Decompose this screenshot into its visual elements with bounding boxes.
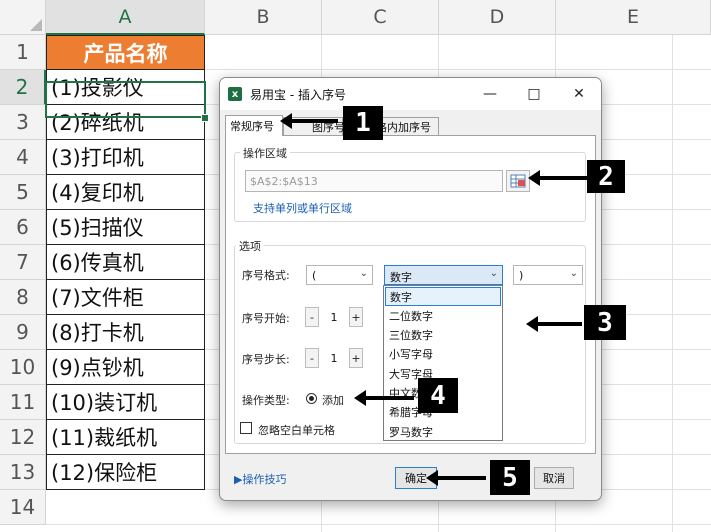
annotation-badge-1: 1 xyxy=(343,106,383,140)
suffix-value: ) xyxy=(519,269,524,282)
cell-a13[interactable]: (12)保险柜 xyxy=(46,455,205,490)
dialog-titlebar[interactable]: x 易用宝 - 插入序号 — □ ✕ xyxy=(220,78,601,110)
maximize-icon[interactable]: □ xyxy=(522,83,546,105)
column-header-c[interactable]: C xyxy=(322,0,439,35)
select-all-corner[interactable] xyxy=(0,0,46,35)
row-header-5[interactable]: 5 xyxy=(0,175,46,210)
cell-a12[interactable]: (11)裁纸机 xyxy=(46,420,205,455)
gridline xyxy=(672,35,673,532)
start-label: 序号开始: xyxy=(242,312,290,325)
row-header-1[interactable]: 1 xyxy=(0,35,46,70)
tab-regular-sequence[interactable]: 常规序号 xyxy=(225,115,283,136)
step-label: 序号步长: xyxy=(242,353,290,366)
dropdown-option[interactable]: 三位数字 xyxy=(385,326,501,345)
ignore-blank-checkbox[interactable] xyxy=(240,422,252,434)
range-input[interactable]: $A$2:$A$13 xyxy=(245,170,503,192)
start-increment-button[interactable]: + xyxy=(349,307,363,327)
column-header-d[interactable]: D xyxy=(439,0,556,35)
chevron-down-icon: ⌄ xyxy=(359,268,368,279)
start-stepper: - 1 + xyxy=(305,307,363,327)
active-cell-border xyxy=(45,81,206,118)
dropdown-option[interactable]: 小写字母 xyxy=(385,345,501,364)
annotation-arrow-3 xyxy=(526,316,582,332)
row-header-10[interactable]: 10 xyxy=(0,350,46,385)
add-radio[interactable] xyxy=(306,393,317,404)
tips-link[interactable]: ▶操作技巧 xyxy=(234,471,286,487)
annotation-arrow-2 xyxy=(528,170,590,186)
cell-a9[interactable]: (8)打卡机 xyxy=(46,315,205,350)
gridline xyxy=(46,524,711,525)
row-header-13[interactable]: 13 xyxy=(0,455,46,490)
row-header-6[interactable]: 6 xyxy=(0,210,46,245)
row-header-14[interactable]: 14 xyxy=(0,490,46,525)
cell-a8[interactable]: (7)文件柜 xyxy=(46,280,205,315)
cell-a5[interactable]: (4)复印机 xyxy=(46,175,205,210)
cell-a4[interactable]: (3)打印机 xyxy=(46,140,205,175)
row-header-9[interactable]: 9 xyxy=(0,315,46,350)
step-decrement-button[interactable]: - xyxy=(305,348,319,368)
step-stepper: - 1 + xyxy=(305,348,363,368)
minimize-icon[interactable]: — xyxy=(478,83,502,105)
cell-a7[interactable]: (6)传真机 xyxy=(46,245,205,280)
fill-handle[interactable] xyxy=(201,114,209,122)
range-picker-icon xyxy=(510,174,526,188)
add-radio-label[interactable]: 添加 xyxy=(322,392,344,408)
number-type-value: 数字 xyxy=(390,271,412,284)
ignore-blank-label[interactable]: 忽略空白单元格 xyxy=(258,422,335,438)
close-icon[interactable]: ✕ xyxy=(567,83,591,105)
column-header-e[interactable]: E xyxy=(556,0,711,35)
row-header-11[interactable]: 11 xyxy=(0,385,46,420)
row-header-2[interactable]: 2 xyxy=(0,70,46,105)
number-type-dropdown: 数字 二位数字 三位数字 小写字母 大写字母 中文数字 希腊字母 罗马数字 xyxy=(383,285,503,441)
row-header-8[interactable]: 8 xyxy=(0,280,46,315)
annotation-badge-3: 3 xyxy=(584,305,626,340)
dropdown-option[interactable]: 二位数字 xyxy=(385,306,501,325)
dropdown-option[interactable]: 罗马数字 xyxy=(385,422,501,441)
row-header-12[interactable]: 12 xyxy=(0,420,46,455)
start-decrement-button[interactable]: - xyxy=(305,307,319,327)
column-header-a[interactable]: A xyxy=(46,0,205,35)
select-all-triangle-icon xyxy=(30,19,42,31)
start-value[interactable]: 1 xyxy=(321,307,347,327)
suffix-select[interactable]: ) ⌄ xyxy=(513,265,583,285)
column-header-b[interactable]: B xyxy=(205,0,322,35)
row-header-3[interactable]: 3 xyxy=(0,105,46,140)
annotation-badge-2: 2 xyxy=(587,160,625,193)
annotation-badge-5: 5 xyxy=(490,460,530,495)
row-header-4[interactable]: 4 xyxy=(0,140,46,175)
support-range-link[interactable]: 支持单列或单行区域 xyxy=(253,200,352,216)
options-label: 选项 xyxy=(236,238,264,254)
cell-a10[interactable]: (9)点钞机 xyxy=(46,350,205,385)
prefix-select[interactable]: (⌄ xyxy=(306,265,373,285)
annotation-badge-4: 4 xyxy=(418,378,458,413)
operation-type-label: 操作类型: xyxy=(242,394,290,407)
cell-a11[interactable]: (10)装订机 xyxy=(46,385,205,420)
cell-a6[interactable]: (5)扫描仪 xyxy=(46,210,205,245)
number-type-select[interactable]: 数字 ⌄ xyxy=(384,265,503,285)
step-value[interactable]: 1 xyxy=(321,348,347,368)
chevron-down-icon: ⌄ xyxy=(569,268,578,279)
dialog-title: 易用宝 - 插入序号 xyxy=(250,88,346,102)
excel-app-icon: x xyxy=(228,87,242,101)
annotation-arrow-5 xyxy=(426,470,486,486)
operation-area-label: 操作区域 xyxy=(240,145,290,161)
prefix-value: ( xyxy=(312,269,317,282)
chevron-down-icon: ⌄ xyxy=(489,268,498,279)
step-increment-button[interactable]: + xyxy=(349,348,363,368)
dropdown-option[interactable]: 数字 xyxy=(385,287,501,306)
range-picker-button[interactable] xyxy=(506,170,530,192)
row-header-7[interactable]: 7 xyxy=(0,245,46,280)
header-cell-product-name[interactable]: 产品名称 xyxy=(46,35,205,70)
cancel-button[interactable]: 取消 xyxy=(534,467,574,489)
format-label: 序号格式: xyxy=(242,269,290,282)
annotation-arrow-4 xyxy=(354,390,414,406)
annotation-arrow-1 xyxy=(280,113,338,129)
